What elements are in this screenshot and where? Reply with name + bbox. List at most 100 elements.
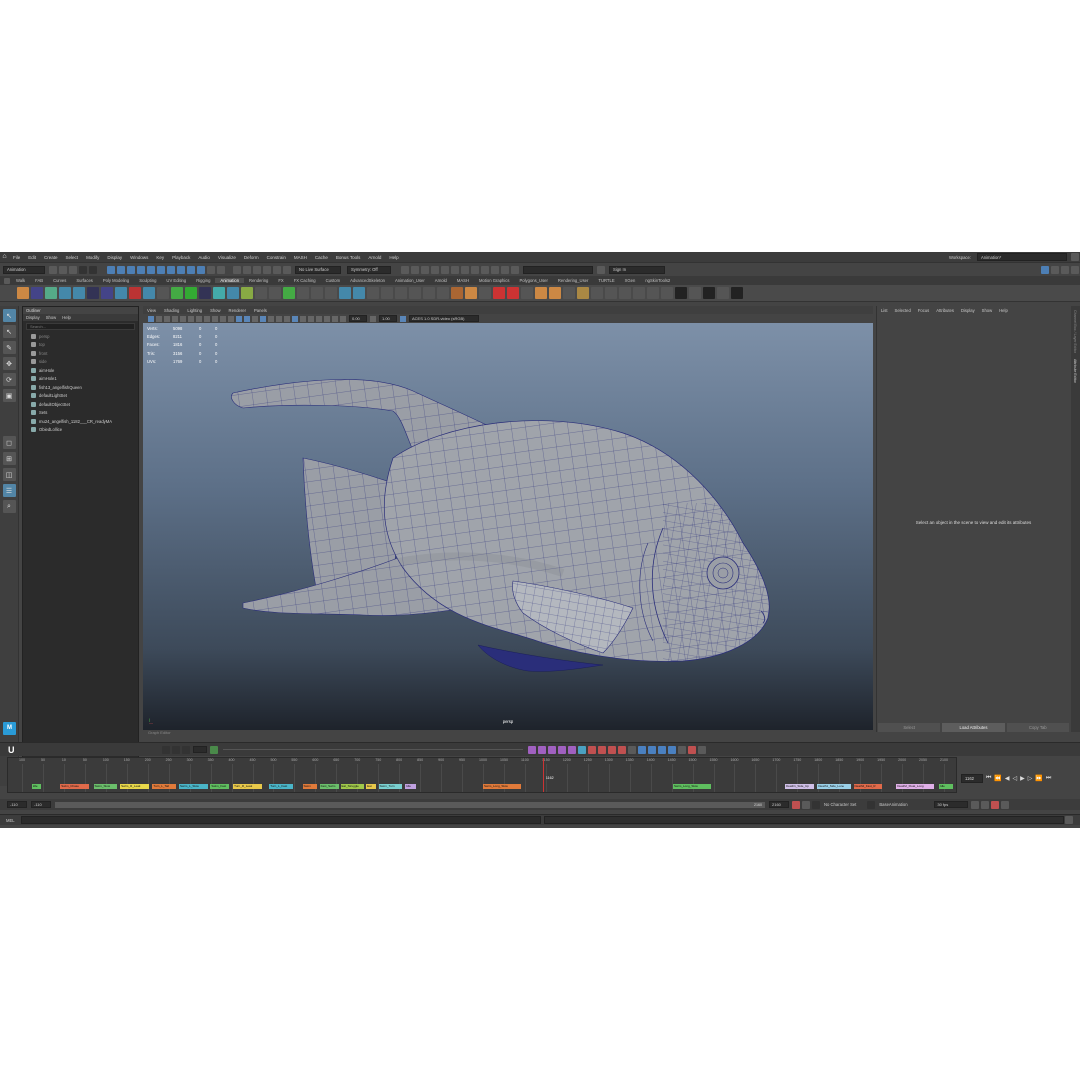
- outliner-menu-help[interactable]: Help: [62, 315, 71, 320]
- lights-icon[interactable]: [268, 315, 274, 322]
- shelf-button-40-icon[interactable]: [563, 287, 575, 299]
- arnold-settings-icon[interactable]: [481, 265, 489, 274]
- gamma-icon[interactable]: [370, 315, 376, 322]
- pause-icon[interactable]: [501, 265, 509, 274]
- auto-key-icon[interactable]: [792, 800, 800, 809]
- arnold-ipr-icon[interactable]: [471, 265, 479, 274]
- new-scene-icon[interactable]: [49, 265, 57, 274]
- color-management-icon[interactable]: [400, 315, 406, 322]
- input-line-field[interactable]: [523, 265, 593, 274]
- make-live-icon[interactable]: [283, 265, 291, 274]
- shelf-button-11-icon[interactable]: [157, 287, 169, 299]
- load-attributes-button[interactable]: Load Attributes: [942, 723, 1005, 732]
- attribute-editor-tab[interactable]: Attribute Editor: [1073, 359, 1077, 383]
- key-flat-icon[interactable]: [172, 745, 180, 754]
- tween-slider[interactable]: [223, 749, 523, 750]
- timeline-clip[interactable]: Death1_Side_Lone: [817, 784, 851, 789]
- menu-windows[interactable]: Windows: [126, 255, 152, 260]
- hypershade-icon[interactable]: [441, 265, 449, 274]
- anim-tool-1-icon[interactable]: [528, 745, 536, 754]
- timeline-clip[interactable]: Swim_Turn: [378, 784, 403, 789]
- shelf-button-25-icon[interactable]: [353, 287, 365, 299]
- outliner-item[interactable]: ObiedLollice: [23, 426, 138, 435]
- shelf-tab-mash[interactable]: MASH: [452, 278, 474, 283]
- shelf-tab-poly-modeling[interactable]: Poly Modeling: [98, 278, 134, 283]
- shelf-tab-ngskintools2[interactable]: ngSkinTools2: [640, 278, 675, 283]
- anim-tool-7-icon[interactable]: [588, 745, 596, 754]
- shelf-button-7-icon[interactable]: [101, 287, 113, 299]
- current-frame-field[interactable]: 1162: [961, 774, 983, 783]
- menu-mash[interactable]: MASH: [290, 255, 311, 260]
- exposure-icon[interactable]: [340, 315, 346, 322]
- menu-deform[interactable]: Deform: [240, 255, 263, 260]
- shelf-button-43-icon[interactable]: [605, 287, 617, 299]
- mode-dropdown[interactable]: Animation: [3, 265, 45, 274]
- shelf-button-5-icon[interactable]: [73, 287, 85, 299]
- shelf-button-36-icon[interactable]: [507, 287, 519, 299]
- lock-selection-icon[interactable]: [207, 265, 215, 274]
- shelf-button-38-icon[interactable]: [535, 287, 547, 299]
- shelf-button-4-icon[interactable]: [59, 287, 71, 299]
- ambient-occlusion-icon[interactable]: [284, 315, 290, 322]
- fps-dropdown[interactable]: 30 fps: [934, 801, 969, 808]
- outliner-item[interactable]: persp: [23, 332, 138, 341]
- viewport-menu-view[interactable]: View: [147, 308, 156, 313]
- timeline-clip[interactable]: Turn_L_Fast: [269, 784, 293, 789]
- outliner-item[interactable]: Sets: [23, 409, 138, 418]
- outliner-item[interactable]: aimHole: [23, 366, 138, 375]
- timeline-clip[interactable]: Swim_L_Slow: [179, 784, 208, 789]
- outliner-item[interactable]: aimHole1: [23, 375, 138, 384]
- arnold-render-icon[interactable]: [461, 265, 469, 274]
- key-tangent-icon[interactable]: [162, 745, 170, 754]
- shelf-button-8-icon[interactable]: [115, 287, 127, 299]
- mask-handles-icon[interactable]: [137, 265, 145, 274]
- symmetry-dropdown[interactable]: Symmetry: Off: [347, 265, 391, 274]
- shelf-button-33-icon[interactable]: [465, 287, 477, 299]
- save-scene-icon[interactable]: [69, 265, 77, 274]
- shelf-tab-advancedskeleton[interactable]: AdvancedSkeleton: [345, 278, 390, 283]
- anim-tool-8-icon[interactable]: [598, 745, 606, 754]
- step-forward-frame-icon[interactable]: ▷: [1028, 775, 1033, 782]
- attr-menu-attributes[interactable]: Attributes: [936, 308, 954, 313]
- anim-tool-11-icon[interactable]: [628, 745, 636, 754]
- user-icon[interactable]: [597, 265, 605, 274]
- shelf-button-12-icon[interactable]: [171, 287, 183, 299]
- lasso-tool-icon[interactable]: ↖: [2, 325, 16, 338]
- outliner-item[interactable]: fish13_angelfishQueen: [23, 383, 138, 392]
- range-slider[interactable]: 2160: [55, 801, 765, 808]
- snap-grid-icon[interactable]: [233, 265, 241, 274]
- key-step-icon[interactable]: [182, 745, 190, 754]
- snap-view-plane-icon[interactable]: [263, 265, 271, 274]
- viewport-menu-shading[interactable]: Shading: [164, 308, 179, 313]
- shelf-button-6-icon[interactable]: [87, 287, 99, 299]
- mask-dynamics-icon[interactable]: [187, 265, 195, 274]
- snap-live-icon[interactable]: [273, 265, 281, 274]
- smooth-shade-icon[interactable]: [244, 315, 250, 322]
- shelf-button-28-icon[interactable]: [395, 287, 407, 299]
- menu-cache[interactable]: Cache: [311, 255, 332, 260]
- shelf-button-22-icon[interactable]: [311, 287, 323, 299]
- go-to-end-icon[interactable]: ⏭: [1046, 775, 1051, 782]
- anim-tool-10-icon[interactable]: [618, 745, 626, 754]
- anim-tool-9-icon[interactable]: [608, 745, 616, 754]
- menu-create[interactable]: Create: [40, 255, 62, 260]
- outliner-item[interactable]: front: [23, 349, 138, 358]
- anim-tool-14-icon[interactable]: [658, 745, 666, 754]
- outliner-item[interactable]: defaultObjectSet: [23, 400, 138, 409]
- shelf-button-35-icon[interactable]: [493, 287, 505, 299]
- shelf-tab-rendering[interactable]: Rendering: [244, 278, 273, 283]
- select-camera-icon[interactable]: [148, 315, 154, 322]
- sign-in-dropdown[interactable]: Sign In: [609, 265, 665, 274]
- render-view-icon[interactable]: [451, 265, 459, 274]
- anim-layer-icon[interactable]: [867, 800, 876, 809]
- channel-box-tab[interactable]: Channel Box / Layer Editor: [1073, 310, 1077, 353]
- ui-logo-icon[interactable]: U: [8, 745, 22, 755]
- shelf-button-47-icon[interactable]: [661, 287, 673, 299]
- menu-arnold[interactable]: Arnold: [364, 255, 385, 260]
- playback-start-field[interactable]: -110: [31, 801, 51, 808]
- shelf-button-37-icon[interactable]: [521, 287, 533, 299]
- step-back-key-icon[interactable]: ⏪: [994, 775, 1001, 782]
- shelf-button-17-icon[interactable]: [241, 287, 253, 299]
- audio-icon[interactable]: [981, 800, 990, 809]
- shelf-tab-xgen[interactable]: XGen: [620, 278, 641, 283]
